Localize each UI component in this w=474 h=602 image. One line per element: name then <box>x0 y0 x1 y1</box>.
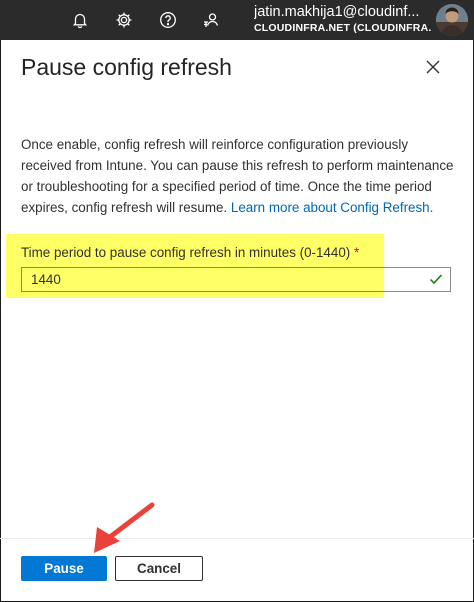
account-user: jatin.makhija1@cloudinf... <box>254 4 420 20</box>
avatar[interactable] <box>436 4 468 36</box>
pause-button[interactable]: Pause <box>21 556 107 581</box>
checkmark-icon <box>429 272 443 286</box>
account-tenant: CLOUDINFRA.NET (CLOUDINFRA... <box>254 22 432 34</box>
pause-minutes-label: Time period to pause config refresh in m… <box>21 245 359 260</box>
bell-icon[interactable] <box>68 8 92 32</box>
pause-minutes-label-text: Time period to pause config refresh in m… <box>21 245 351 260</box>
learn-more-link[interactable]: Learn more about Config Refresh. <box>231 200 433 215</box>
account-menu[interactable]: jatin.makhija1@cloudinf... CLOUDINFRA.NE… <box>254 4 432 36</box>
close-icon[interactable] <box>424 58 442 76</box>
panel-title: Pause config refresh <box>21 54 232 80</box>
footer-divider <box>0 538 474 539</box>
help-icon[interactable] <box>156 8 180 32</box>
feedback-icon[interactable] <box>199 8 223 32</box>
gear-icon[interactable] <box>112 8 136 32</box>
pause-minutes-input[interactable] <box>21 267 451 292</box>
required-marker: * <box>353 245 360 260</box>
portal-top-bar: jatin.makhija1@cloudinf... CLOUDINFRA.NE… <box>0 0 474 40</box>
window-frame <box>0 0 474 602</box>
panel-description: Once enable, config refresh will reinfor… <box>21 134 461 218</box>
cancel-button[interactable]: Cancel <box>115 556 203 581</box>
